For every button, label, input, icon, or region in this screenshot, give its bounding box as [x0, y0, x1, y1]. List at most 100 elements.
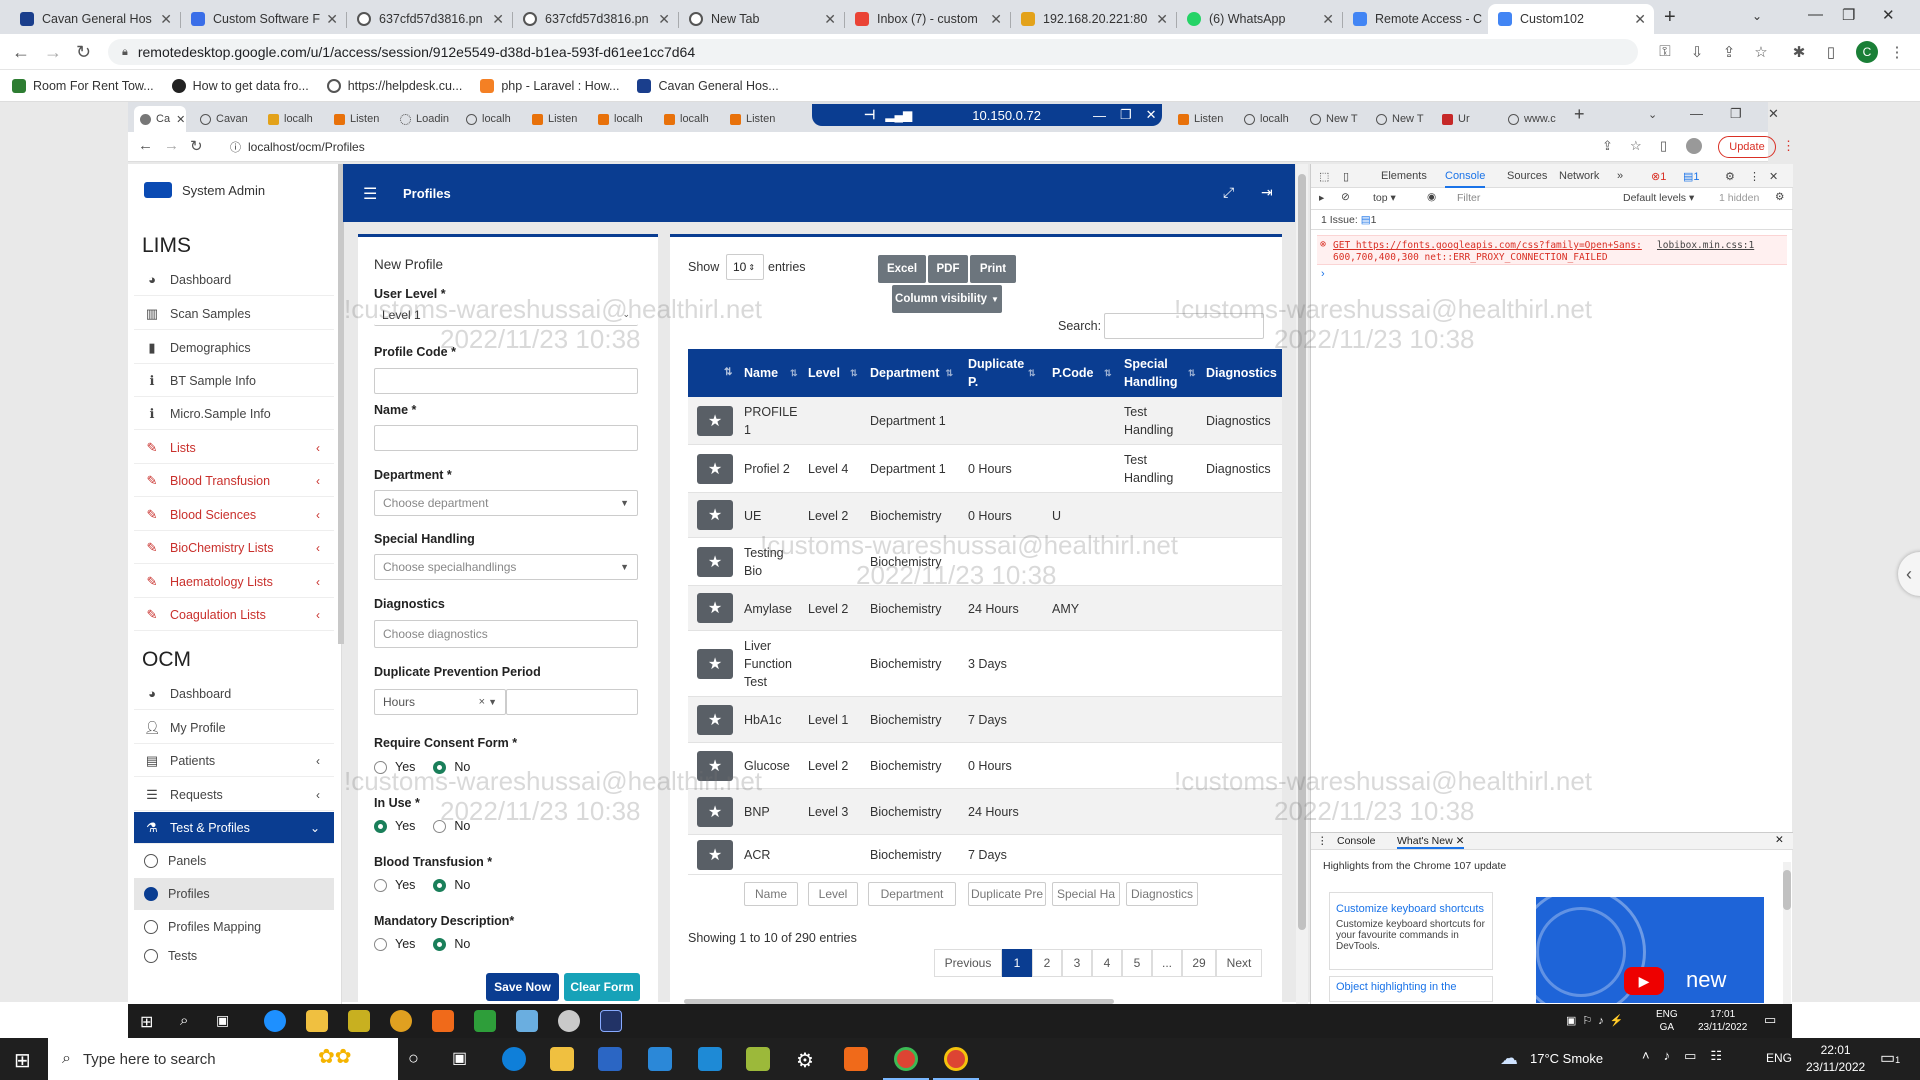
inner-tab[interactable]: localh	[262, 106, 326, 132]
name-input[interactable]	[374, 425, 638, 451]
app-icon[interactable]	[474, 1010, 496, 1032]
app-icon[interactable]	[516, 1010, 538, 1032]
pin-icon[interactable]: ⊣	[864, 107, 875, 123]
context-select[interactable]: top ▾	[1373, 192, 1396, 204]
file-explorer-icon[interactable]	[306, 1010, 328, 1032]
sidebar-item-demographics[interactable]: ▮ Demographics	[134, 332, 334, 364]
whats-new-video[interactable]: ▶ new	[1536, 897, 1764, 1003]
inner-tab[interactable]: New T	[1370, 106, 1434, 132]
close-icon[interactable]: ✕	[1769, 170, 1778, 183]
close-icon[interactable]: ✕	[990, 11, 1002, 28]
inner-tab[interactable]: Listen	[724, 106, 788, 132]
page-1[interactable]: 1	[1002, 949, 1032, 977]
gear-icon[interactable]: ⚙	[1725, 170, 1735, 183]
bt-no-radio[interactable]	[433, 878, 447, 892]
sidebar-item-panels[interactable]: Panels	[134, 845, 334, 877]
vscode-icon[interactable]	[698, 1047, 722, 1071]
department-select[interactable]: Choose department ▼	[374, 490, 638, 516]
play-icon[interactable]: ▶	[1624, 967, 1664, 995]
profile-code-input[interactable]	[374, 368, 638, 394]
bookmark-item[interactable]: Cavan General Hos...	[637, 78, 779, 93]
sidebar-item-coagulation-lists[interactable]: ✎ Coagulation Lists ‹	[134, 599, 334, 631]
whats-new-card[interactable]: Customize keyboard shortcuts Customize k…	[1329, 892, 1493, 970]
special-handling-select[interactable]: Choose specialhandlings ▼	[374, 554, 638, 580]
close-icon[interactable]: ✕	[176, 113, 185, 126]
task-view-icon[interactable]: ▣	[216, 1012, 229, 1029]
error-source-link[interactable]: lobibox.min.css:1	[1657, 240, 1754, 252]
windows-start-icon[interactable]: ⊞	[140, 1012, 153, 1032]
star-icon[interactable]: ★	[697, 500, 733, 530]
sidebar-item-scan-samples[interactable]: ▥ Scan Samples	[134, 298, 334, 330]
sidebar-item-requests[interactable]: ☰ Requests ‹	[134, 779, 334, 811]
inner-tab[interactable]: localh	[460, 106, 524, 132]
inner-tab[interactable]: Loadin	[394, 106, 458, 132]
th-department[interactable]: Department ⇅	[870, 349, 953, 397]
logout-icon[interactable]: ⇥	[1261, 184, 1273, 201]
close-icon[interactable]: ✕	[1775, 834, 1784, 846]
mail-icon[interactable]	[648, 1047, 672, 1071]
brand[interactable]: System Admin	[144, 182, 265, 198]
page-4[interactable]: 4	[1092, 949, 1122, 977]
menu-dots-icon[interactable]: ⋮	[1749, 170, 1760, 183]
sort-icon[interactable]: ⇅	[1028, 349, 1036, 397]
tray-icons[interactable]: ˄♪▭☷	[1642, 1048, 1736, 1064]
star-icon[interactable]: ★	[697, 649, 733, 679]
close-icon[interactable]: ✕	[824, 11, 836, 28]
chrome-icon[interactable]	[894, 1047, 918, 1071]
filter-input[interactable]: Filter	[1451, 190, 1611, 206]
save-now-button[interactable]: Save Now	[486, 973, 559, 1001]
sidebar-item-bt-sample-info[interactable]: ℹ BT Sample Info	[134, 365, 334, 397]
filter-special-handling[interactable]: Special Ha	[1052, 882, 1120, 906]
side-panel-icon[interactable]: ▯	[1822, 43, 1840, 61]
star-icon[interactable]: ★	[697, 840, 733, 870]
app-icon[interactable]	[600, 1010, 622, 1032]
print-button[interactable]: Print	[970, 255, 1016, 283]
close-icon[interactable]: ✕	[1634, 11, 1646, 28]
inner-url-field[interactable]: ⓘ localhost/ocm/Profiles	[228, 135, 1608, 159]
inner-tab[interactable]: localh	[658, 106, 722, 132]
menu-dots-icon[interactable]: ⋮	[1317, 835, 1328, 847]
console-prompt-icon[interactable]: ›	[1321, 268, 1325, 280]
cortana-icon[interactable]: ○	[408, 1048, 419, 1069]
page-next[interactable]: Next	[1216, 949, 1262, 977]
sidebar-item-ocm-dashboard[interactable]: ◕ Dashboard	[134, 678, 334, 710]
star-icon[interactable]: ★	[697, 797, 733, 827]
app-icon[interactable]	[746, 1047, 770, 1071]
clear-icon[interactable]: ×	[479, 696, 485, 708]
inner-tab[interactable]: localh	[592, 106, 656, 132]
fullscreen-icon[interactable]: ⤢	[1223, 184, 1234, 201]
scrollbar-thumb[interactable]	[1298, 174, 1306, 930]
sidebar-toggle-icon[interactable]: ▸	[1319, 192, 1324, 204]
consent-yes-radio[interactable]	[374, 760, 387, 774]
chrome-icon[interactable]	[390, 1010, 412, 1032]
th-duplicate[interactable]: Duplicate P.	[968, 349, 1028, 397]
inner-tab[interactable]: Cavan	[194, 106, 258, 132]
sort-icon[interactable]: ⇅	[1188, 349, 1196, 397]
reload-icon[interactable]: ↻	[76, 42, 91, 63]
star-icon[interactable]: ★	[697, 454, 733, 484]
inner-tab[interactable]: Ur	[1436, 106, 1500, 132]
user-level-select[interactable]: Level 1 ⌄	[374, 304, 638, 326]
bookmark-item[interactable]: How to get data fro...	[171, 78, 309, 93]
sidebar-item-haematology-lists[interactable]: ✎ Haematology Lists ‹	[134, 566, 334, 598]
browser-tab[interactable]: Remote Access - C✕	[1343, 4, 1508, 34]
filter-duplicate[interactable]: Duplicate Pre	[968, 882, 1046, 906]
browser-tab[interactable]: Inbox (7) - custom ✕	[845, 4, 1010, 34]
file-explorer-icon[interactable]	[550, 1047, 574, 1071]
th-level[interactable]: Level ⇅	[808, 349, 858, 397]
th-diagnostics[interactable]: Diagnostics	[1206, 349, 1277, 397]
profile-avatar[interactable]: C	[1856, 41, 1878, 63]
issues-bar[interactable]: 1 Issue: ▤1	[1311, 210, 1793, 230]
duplicate-unit-select[interactable]: Hours × ▼	[374, 689, 506, 715]
minimize-icon[interactable]: —	[1093, 108, 1106, 123]
in-use-no-radio[interactable]	[433, 819, 447, 833]
store-icon[interactable]	[598, 1047, 622, 1071]
new-tab-icon[interactable]: +	[1574, 104, 1585, 125]
eye-icon[interactable]: ◉	[1427, 191, 1436, 203]
forward-icon[interactable]: →	[164, 137, 179, 154]
forward-icon[interactable]: →	[44, 42, 62, 63]
column-visibility-button[interactable]: Column visibility ▼	[892, 285, 1002, 313]
th-special-handling[interactable]: Special Handling	[1124, 349, 1184, 397]
devtools-tab-sources[interactable]: Sources	[1507, 170, 1547, 182]
key-icon[interactable]: ⚿	[1656, 43, 1674, 61]
